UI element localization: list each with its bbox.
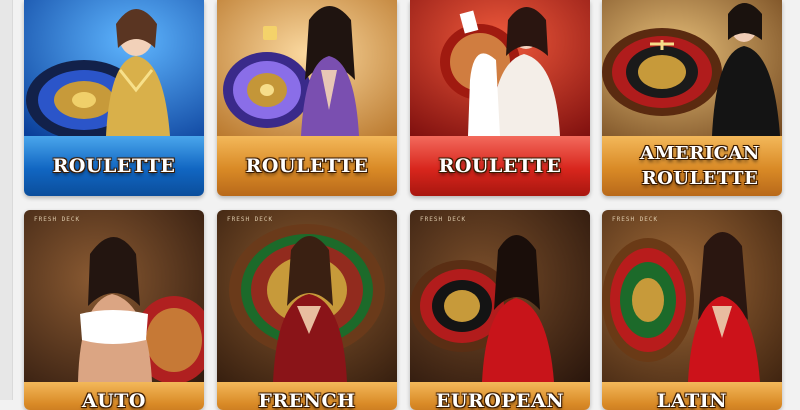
game-card-latin[interactable]: FRESH DECK LATIN	[602, 210, 782, 410]
game-title: FRENCH	[217, 382, 397, 410]
game-title: AMERICAN ROULETTE	[602, 136, 782, 196]
game-title: ROULETTE	[410, 136, 590, 196]
game-card-roulette-red[interactable]: ROULETTE	[410, 0, 590, 196]
game-thumbnail	[24, 0, 204, 136]
game-card-roulette-orange[interactable]: ROULETTE	[217, 0, 397, 196]
game-card-auto[interactable]: FRESH DECK AUTO	[24, 210, 204, 410]
game-card-french[interactable]: FRESH DECK FRENCH	[217, 210, 397, 410]
studio-tag: FRESH DECK	[612, 216, 659, 223]
game-thumbnail	[410, 0, 590, 136]
game-title: ROULETTE	[24, 136, 204, 196]
game-thumbnail	[217, 210, 397, 382]
left-edge-strip	[0, 0, 13, 400]
game-thumbnail	[24, 210, 204, 382]
studio-tag: FRESH DECK	[34, 216, 81, 223]
studio-tag: FRESH DECK	[227, 216, 274, 223]
studio-tag: FRESH DECK	[420, 216, 467, 223]
game-thumbnail	[602, 0, 782, 136]
game-grid: ROULETTE ROULETTE ROULETTE AMERICAN ROUL…	[24, 0, 782, 410]
game-title: LATIN	[602, 382, 782, 410]
game-thumbnail	[217, 0, 397, 136]
game-card-american-roulette[interactable]: AMERICAN ROULETTE	[602, 0, 782, 196]
game-title: AUTO	[24, 382, 204, 410]
game-thumbnail	[410, 210, 590, 382]
game-title: ROULETTE	[217, 136, 397, 196]
game-card-european[interactable]: FRESH DECK EUROPEAN	[410, 210, 590, 410]
game-title: EUROPEAN	[410, 382, 590, 410]
game-card-roulette-blue[interactable]: ROULETTE	[24, 0, 204, 196]
game-thumbnail	[602, 210, 782, 382]
